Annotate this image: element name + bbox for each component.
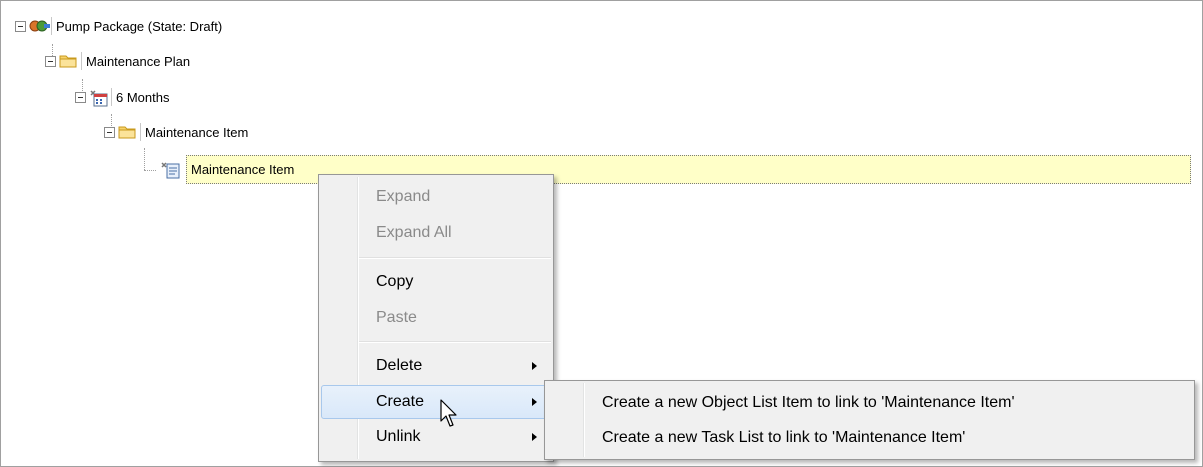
node-separator xyxy=(140,123,141,141)
menu-item-label: Copy xyxy=(376,273,414,290)
folder-icon xyxy=(118,124,136,140)
menu-item-label: Create a new Object List Item to link to… xyxy=(602,394,1015,411)
menu-separator xyxy=(359,257,551,259)
schedule-icon xyxy=(89,89,108,107)
node-separator xyxy=(81,52,82,70)
pump-package-icon xyxy=(29,18,50,34)
create-submenu: Create a new Object List Item to link to… xyxy=(544,380,1195,460)
menu-item-paste[interactable]: Paste xyxy=(321,301,551,335)
menu-item-unlink[interactable]: Unlink xyxy=(321,420,551,454)
maintenance-item-icon xyxy=(161,161,183,179)
menu-item-copy[interactable]: Copy xyxy=(321,265,551,299)
folder-icon xyxy=(59,53,77,69)
collapse-toggle-icon[interactable] xyxy=(75,91,86,103)
menu-item-create-object-list-item[interactable]: Create a new Object List Item to link to… xyxy=(547,386,1192,420)
menu-item-label: Expand xyxy=(376,188,431,205)
tree-node-label: Pump Package (State: Draft) xyxy=(56,18,223,34)
menu-item-label: Create a new Task List to link to 'Maint… xyxy=(602,429,966,446)
tree-node-label: Maintenance Plan xyxy=(86,53,191,69)
context-menu: Expand Expand All Copy Paste Delete Crea… xyxy=(318,174,554,462)
menu-separator xyxy=(359,341,551,343)
collapse-toggle-icon[interactable] xyxy=(15,20,26,32)
tree-panel: Pump Package (State: Draft) Maintenance … xyxy=(0,0,1203,467)
menu-item-label: Unlink xyxy=(376,428,421,445)
tree-node-label: Maintenance Item xyxy=(145,124,249,140)
tree-node-maintenance-plan[interactable]: Maintenance Plan xyxy=(45,50,190,72)
submenu-arrow-icon xyxy=(532,362,537,370)
submenu-arrow-icon xyxy=(532,433,537,441)
tree-node-maintenance-item-folder[interactable]: Maintenance Item xyxy=(104,121,248,143)
node-separator xyxy=(51,17,52,35)
menu-item-label: Create xyxy=(376,393,425,410)
tree-connector xyxy=(144,148,145,170)
tree-node-6-months[interactable]: 6 Months xyxy=(75,86,169,108)
tree-node-maintenance-item-selected[interactable]: Maintenance Item xyxy=(161,158,294,180)
collapse-toggle-icon[interactable] xyxy=(45,55,56,67)
menu-item-create[interactable]: Create xyxy=(321,385,551,419)
menu-item-label: Paste xyxy=(376,309,417,326)
mouse-cursor-icon xyxy=(439,399,463,429)
node-separator xyxy=(111,88,112,106)
collapse-toggle-icon[interactable] xyxy=(104,126,115,138)
menu-item-label: Expand All xyxy=(376,224,452,241)
menu-item-delete[interactable]: Delete xyxy=(321,349,551,383)
submenu-arrow-icon xyxy=(532,398,537,406)
menu-item-expand[interactable]: Expand xyxy=(321,180,551,214)
menu-item-label: Delete xyxy=(376,357,423,374)
tree-connector xyxy=(144,170,156,171)
tree-node-pump-package[interactable]: Pump Package (State: Draft) xyxy=(15,15,222,37)
tree-node-label: Maintenance Item xyxy=(191,161,295,177)
tree-node-label: 6 Months xyxy=(116,89,170,105)
menu-item-create-task-list[interactable]: Create a new Task List to link to 'Maint… xyxy=(547,421,1192,455)
menu-item-expand-all[interactable]: Expand All xyxy=(321,216,551,250)
